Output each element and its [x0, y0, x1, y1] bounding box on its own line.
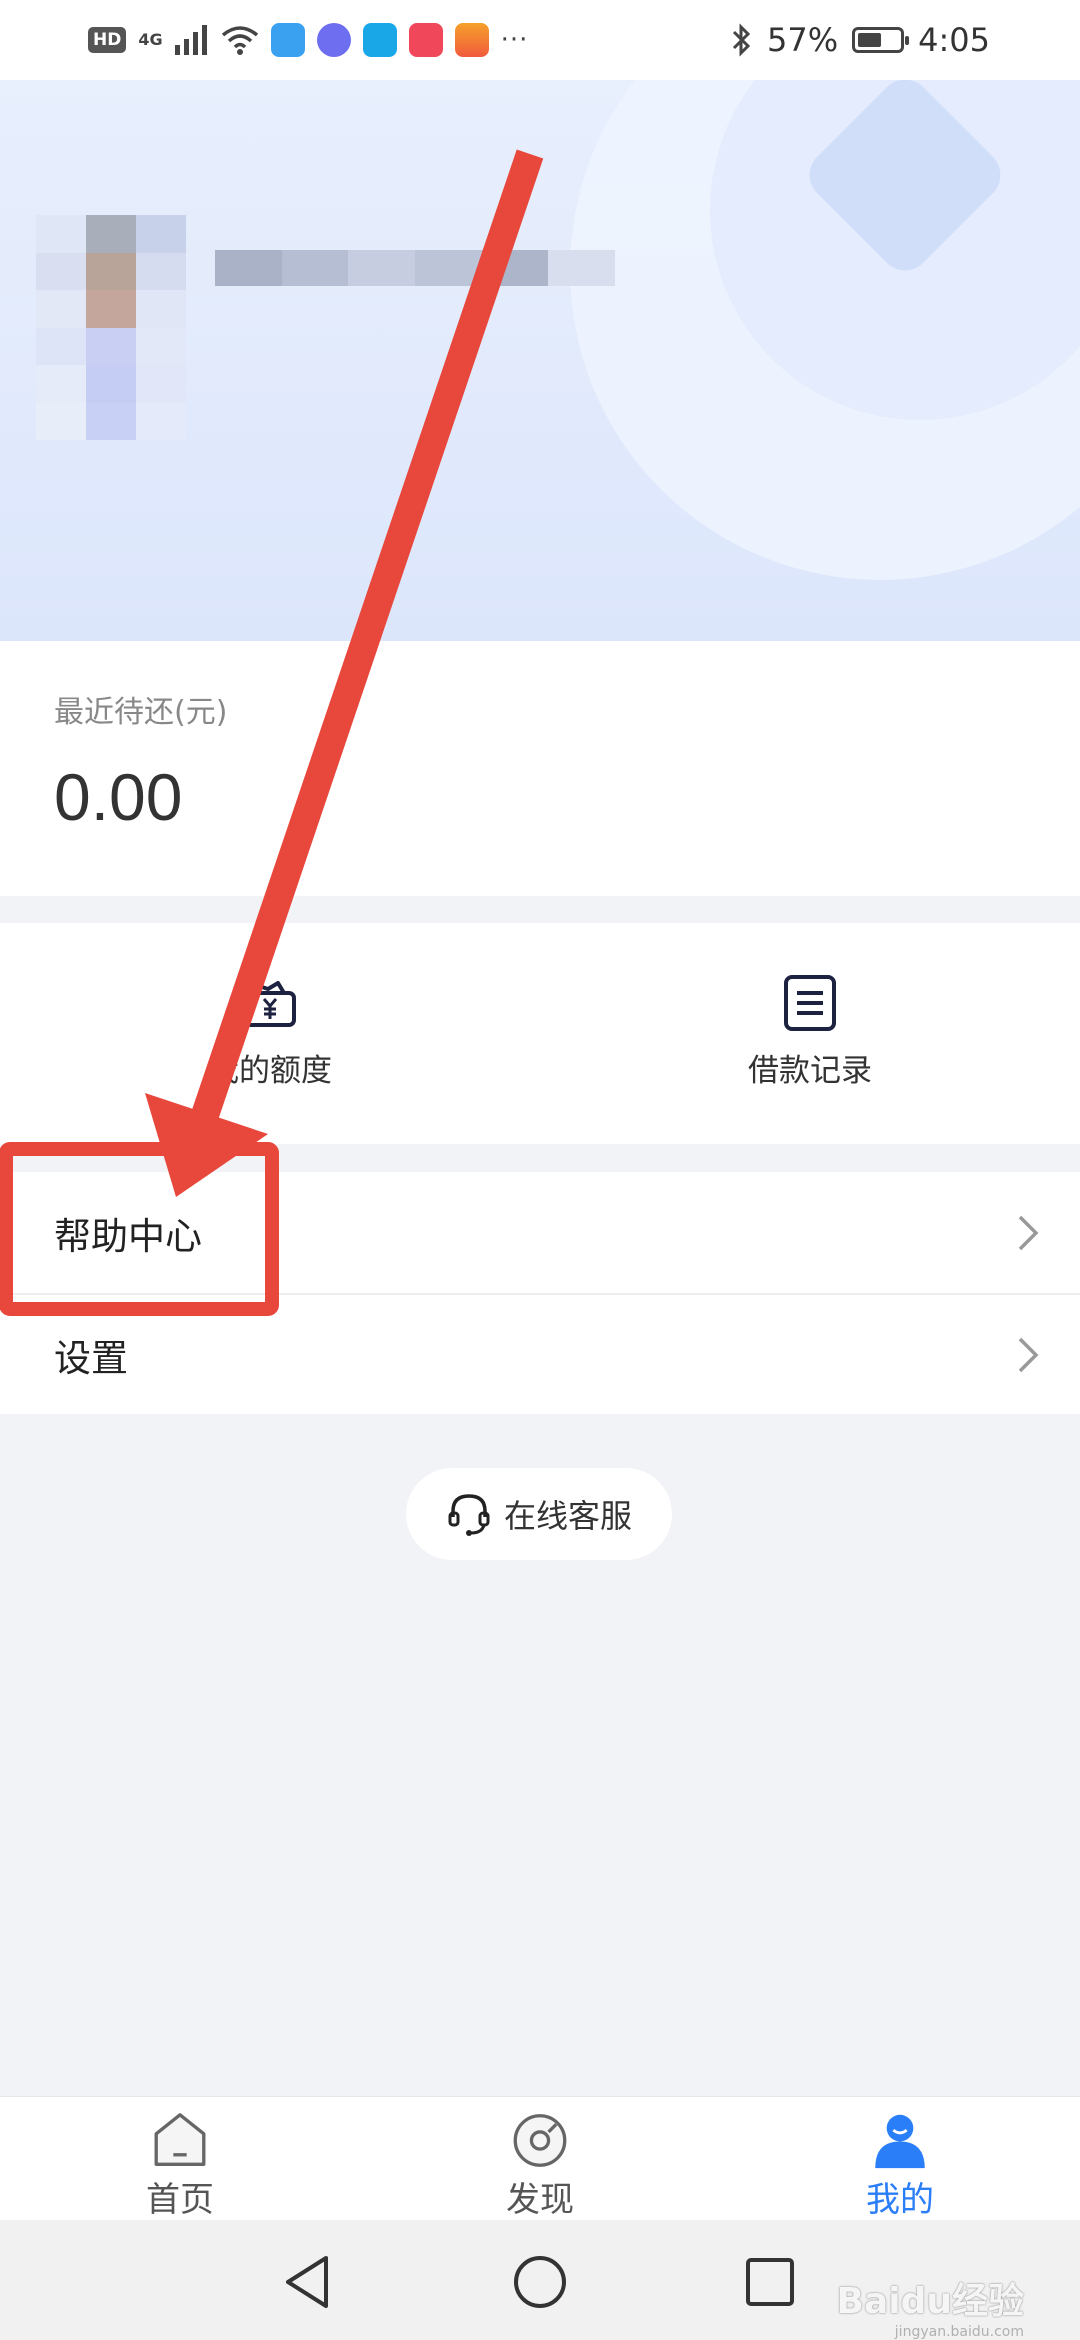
baidu-watermark: Baidu经验 jingyan.baidu.com	[837, 2272, 1024, 2340]
network-type: 4G	[138, 30, 163, 49]
chevron-right-icon	[1018, 1215, 1039, 1250]
repayment-label: 最近待还(元)	[54, 695, 228, 730]
signal-icon	[174, 25, 207, 55]
tab-label: 发现	[506, 2180, 574, 2220]
tab-home[interactable]: 首页	[0, 2097, 360, 2221]
watermark-brand: Baidu经验	[836, 2281, 1024, 2322]
status-bar: HD 4G ··· 57% 4:05	[0, 0, 1080, 80]
online-service-button[interactable]: 在线客服	[406, 1468, 672, 1560]
bluetooth-icon	[732, 23, 751, 57]
menu-item-label: 设置	[54, 1336, 128, 1380]
repayment-card: 最近待还(元) 0.00	[0, 641, 1080, 896]
repayment-amount: 0.00	[54, 760, 183, 834]
profile-icon	[875, 2114, 925, 2169]
menu-item-label: 帮助中心	[54, 1214, 202, 1258]
tab-label: 首页	[146, 2180, 214, 2220]
avatar[interactable]	[36, 215, 186, 440]
home-circle-icon[interactable]	[510, 2252, 570, 2312]
battery-icon	[852, 27, 910, 53]
search-app-icon	[362, 23, 397, 57]
bottom-nav: 首页 发现 我的	[0, 2096, 1080, 2221]
watermark-url: jingyan.baidu.com	[894, 2324, 1024, 2340]
tab-label: 我的	[866, 2180, 934, 2220]
chevron-right-icon	[1018, 1337, 1039, 1372]
action-label: 借款记录	[748, 1053, 872, 1089]
tab-discover[interactable]: 发现	[360, 2097, 720, 2221]
battery-level	[858, 33, 882, 47]
battery-percent: 57%	[767, 21, 839, 59]
wifi-icon	[221, 26, 258, 55]
online-service-label: 在线客服	[503, 1497, 632, 1535]
username-pixelated	[215, 250, 616, 320]
status-right: 57% 4:05	[731, 21, 990, 59]
recents-icon[interactable]	[740, 2252, 800, 2312]
back-icon[interactable]	[278, 2252, 338, 2312]
headset-icon	[448, 1494, 490, 1536]
qq-icon	[270, 23, 305, 57]
action-label: 我的额度	[208, 1053, 332, 1089]
more-notifications: ···	[500, 25, 529, 55]
home-icon	[154, 2113, 206, 2166]
system-nav-bar: Baidu经验 jingyan.baidu.com	[0, 2220, 1080, 2340]
action-loan-records[interactable]: 借款记录	[540, 923, 1080, 1144]
menu-list: 帮助中心 设置	[0, 1172, 1080, 1414]
gallery-app-icon	[454, 23, 489, 57]
action-my-credit[interactable]: 我的额度	[0, 923, 540, 1144]
discover-icon	[513, 2114, 567, 2167]
quick-actions: 我的额度 借款记录	[0, 923, 1080, 1144]
clock: 4:05	[918, 21, 990, 59]
menu-item-help-center[interactable]: 帮助中心	[0, 1172, 1080, 1293]
huawei-app-icon	[408, 23, 443, 57]
wallet-yuan-icon	[244, 981, 296, 1027]
document-list-icon	[784, 975, 836, 1031]
profile-header	[0, 80, 1080, 641]
tab-mine[interactable]: 我的	[720, 2097, 1080, 2221]
menu-item-settings[interactable]: 设置	[0, 1293, 1080, 1414]
hd-badge: HD	[88, 27, 127, 53]
music-icon	[316, 23, 351, 57]
status-left: HD 4G ···	[88, 23, 528, 57]
